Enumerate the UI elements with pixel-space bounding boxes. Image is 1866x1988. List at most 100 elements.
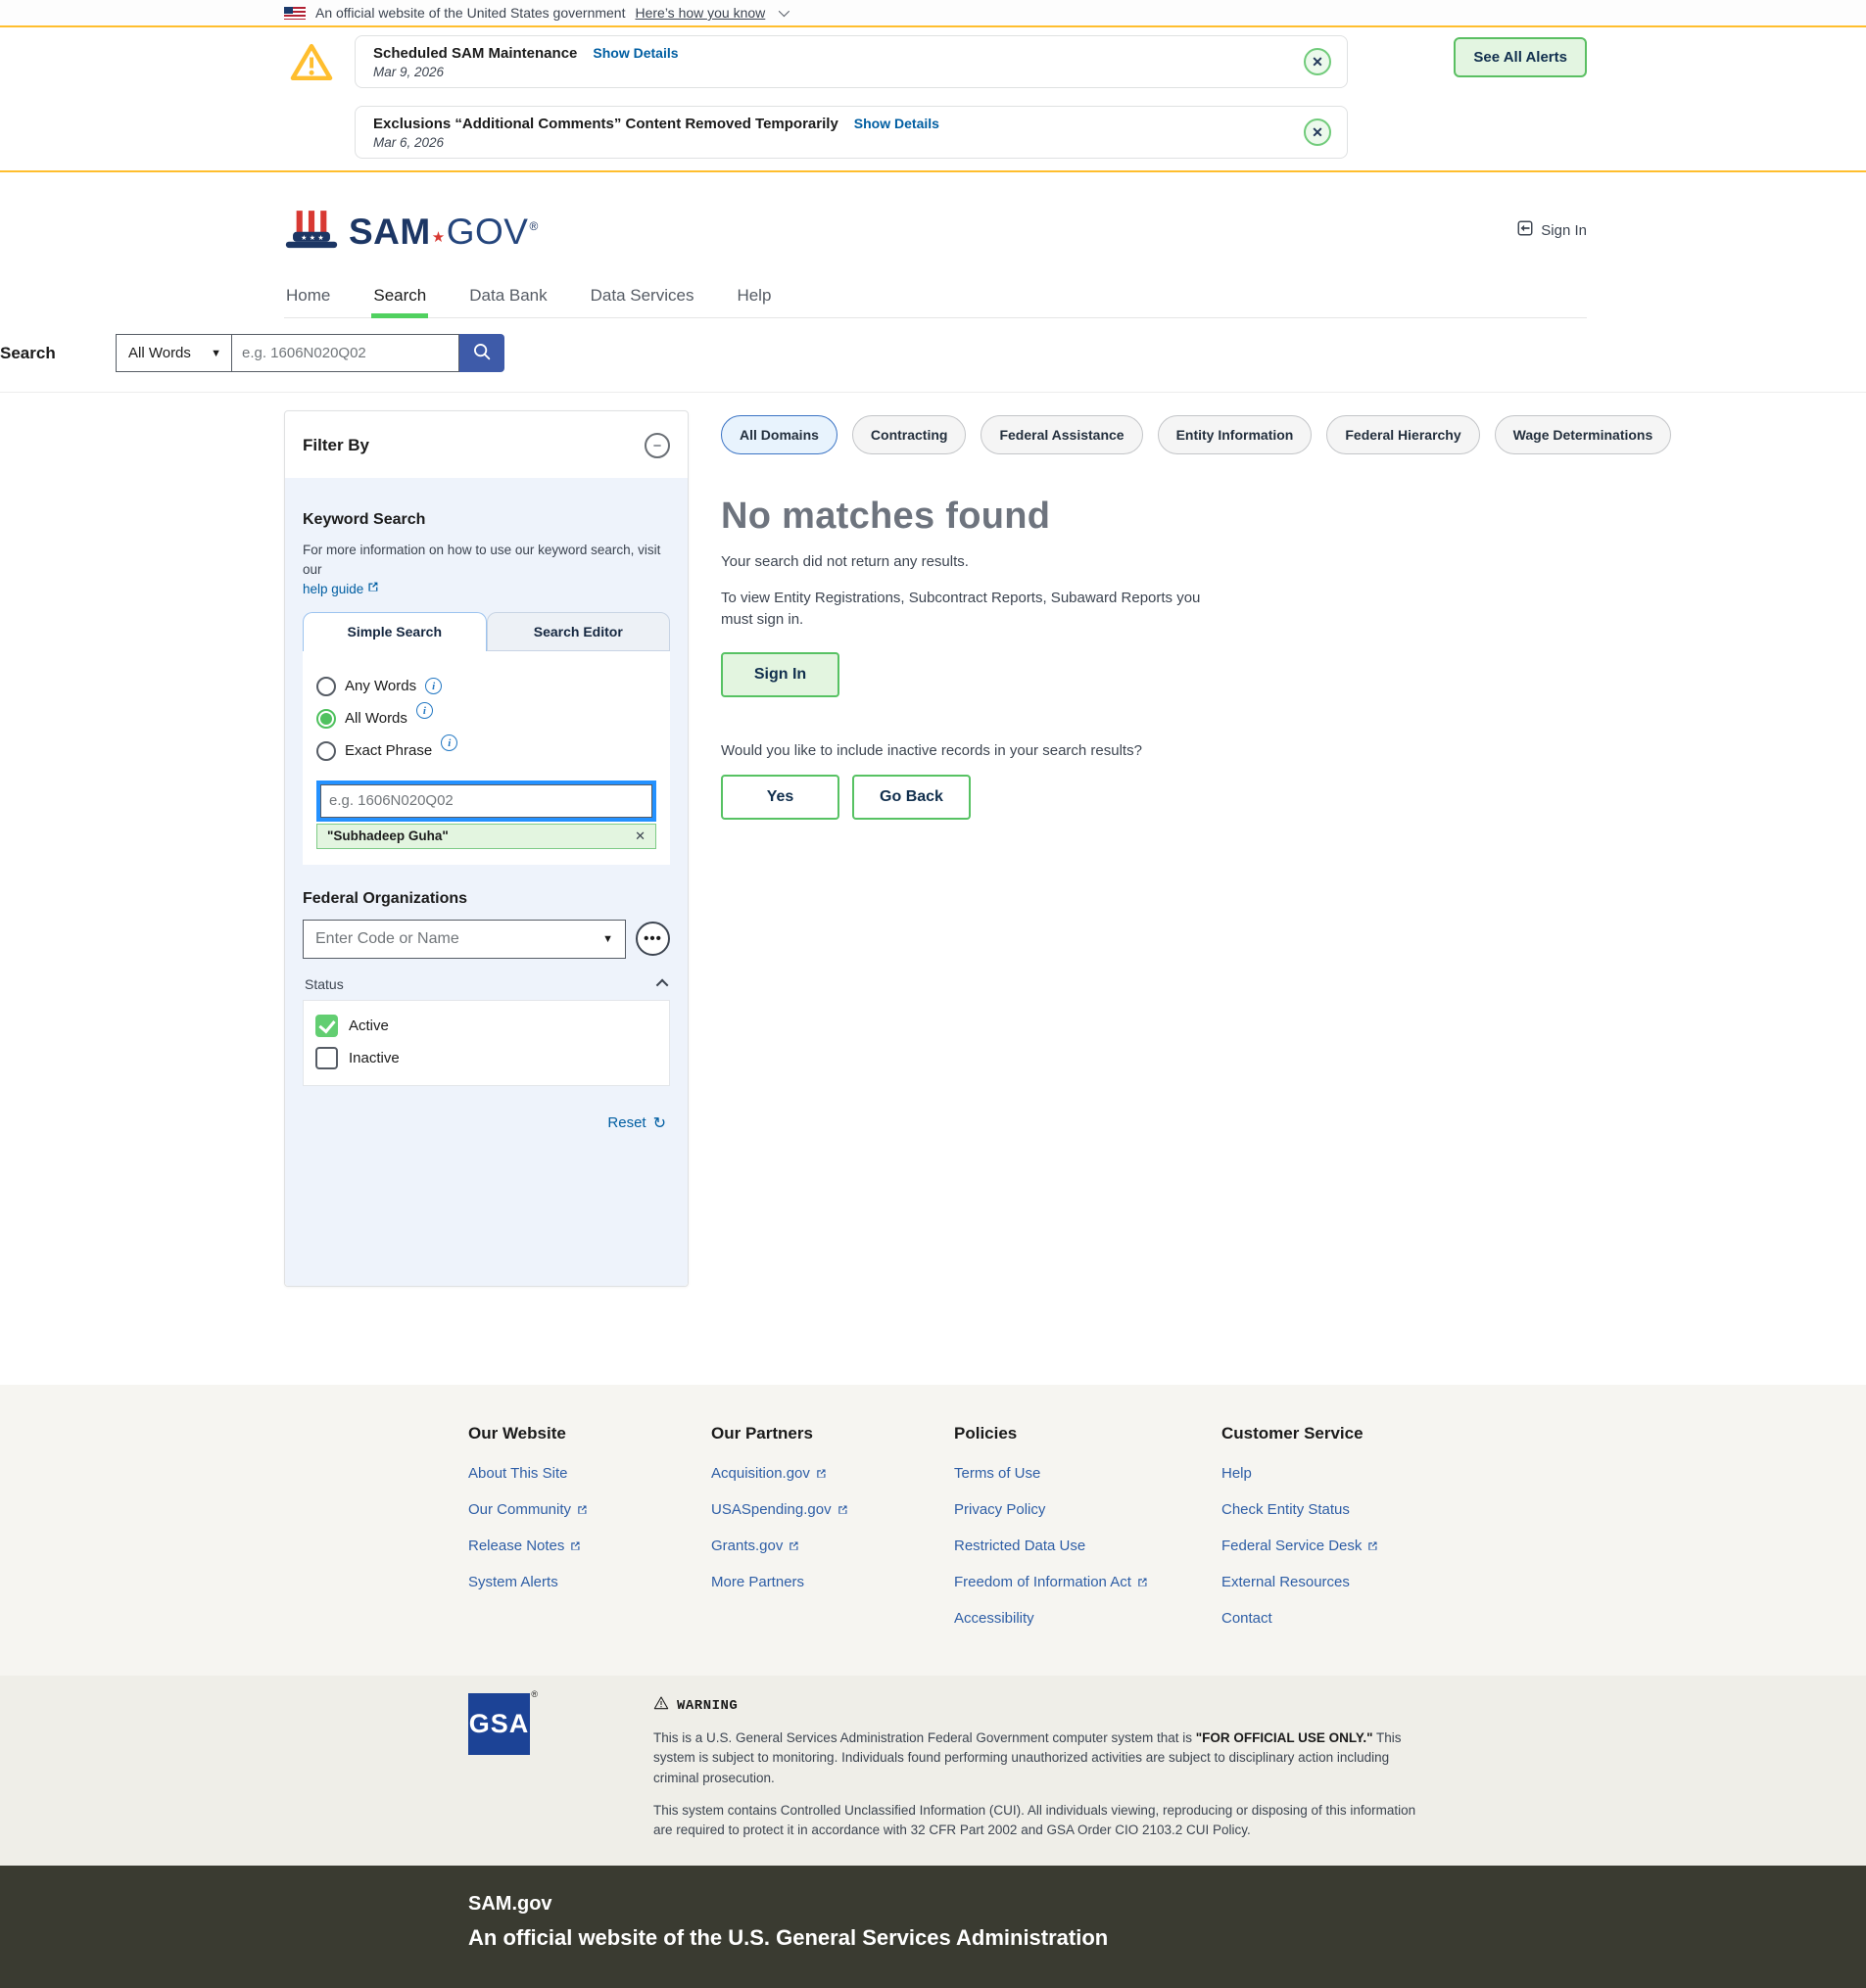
search-bar: Search All Words ▼ [0,318,1866,393]
radio-exact-phrase[interactable] [316,741,336,761]
show-details-link[interactable]: Show Details [593,45,678,61]
info-icon[interactable]: i [441,734,457,751]
chip-remove-icon[interactable]: ✕ [635,828,646,844]
pill-federal-hierarchy[interactable]: Federal Hierarchy [1326,415,1479,454]
logo-star-icon: ★ [432,228,446,246]
keyword-input-focus-ring [316,781,656,822]
keyword-search-heading: Keyword Search [303,511,670,529]
footer-column-policies: Policies Terms of Use Privacy Policy Res… [954,1424,1165,1646]
nav-item-data-services[interactable]: Data Services [589,276,696,317]
help-guide-link[interactable]: help guide [303,581,379,596]
nav-item-search[interactable]: Search [371,276,428,317]
tab-simple-search[interactable]: Simple Search [303,612,487,651]
sign-in-button[interactable]: Sign In [721,652,839,697]
no-matches-heading: No matches found [721,496,1671,538]
checkbox-active[interactable] [315,1015,338,1037]
footer-link[interactable]: External Resources [1221,1574,1432,1590]
keyword-input[interactable] [320,784,652,818]
alert-item: Exclusions “Additional Comments” Content… [355,106,1348,159]
status-label: Status [305,976,344,992]
sign-in-icon [1516,219,1534,241]
footer-column-our-website: Our Website About This Site Our Communit… [468,1424,654,1646]
pill-contracting[interactable]: Contracting [852,415,967,454]
svg-text:★: ★ [317,232,323,241]
warning-band: GSA ® WARNING This is a U.S. General Ser… [0,1676,1866,1866]
external-link-icon [366,581,379,596]
search-input[interactable] [231,334,459,372]
footer-link[interactable]: Federal Service Desk [1221,1538,1432,1554]
info-icon[interactable]: i [425,678,442,694]
alert-close-button[interactable]: ✕ [1304,118,1331,146]
federal-orgs-heading: Federal Organizations [303,890,670,908]
chip-label: "Subhadeep Guha" [327,828,449,843]
federal-orgs-select[interactable]: Enter Code or Name ▼ [303,920,626,959]
footer-link[interactable]: Grants.gov [711,1538,897,1554]
nav-item-home[interactable]: Home [284,276,332,317]
footer-link[interactable]: Release Notes [468,1538,654,1554]
footer-link[interactable]: Check Entity Status [1221,1501,1432,1518]
footer-link[interactable]: Freedom of Information Act [954,1574,1165,1590]
gov-banner: An official website of the United States… [0,0,1866,27]
how-you-know-link[interactable]: Here’s how you know [635,5,765,21]
caret-down-icon: ▼ [211,348,221,359]
chevron-down-icon [779,6,789,17]
logo-text: SAM★GOV® [349,212,539,253]
no-results-message: Your search did not return any results. [721,553,1671,570]
info-icon[interactable]: i [416,702,433,719]
site-header: ★ ★ ★ SAM★GOV® Sign In Home Search Data … [0,172,1866,318]
filter-panel: Filter By − Keyword Search For more info… [284,410,689,1287]
keyword-chip: "Subhadeep Guha" ✕ [316,824,656,849]
footer-link[interactable]: Terms of Use [954,1465,1165,1482]
footer-link[interactable]: Contact [1221,1610,1432,1627]
radio-all-words[interactable] [316,709,336,729]
footer-link[interactable]: About This Site [468,1465,654,1482]
show-details-link[interactable]: Show Details [854,116,939,131]
checkbox-inactive[interactable] [315,1047,338,1069]
keyword-search-info: For more information on how to use our k… [303,541,670,579]
alert-date: Mar 9, 2026 [373,65,1288,79]
see-all-alerts-button[interactable]: See All Alerts [1454,37,1587,77]
footer-site-title: SAM.gov [468,1893,1866,1916]
footer-link[interactable]: System Alerts [468,1574,654,1590]
search-mode-select[interactable]: All Words ▼ [116,334,231,372]
footer-link[interactable]: USASpending.gov [711,1501,897,1518]
sign-in-link[interactable]: Sign In [1516,219,1587,241]
search-submit-button[interactable] [459,334,504,372]
yes-button[interactable]: Yes [721,775,839,820]
external-link-icon [837,1504,848,1516]
sam-logo[interactable]: ★ ★ ★ SAM★GOV® [284,196,1587,268]
nav-item-data-bank[interactable]: Data Bank [467,276,549,317]
pill-all-domains[interactable]: All Domains [721,415,837,454]
external-link-icon [815,1468,827,1480]
chevron-up-icon[interactable] [656,979,669,992]
alert-close-button[interactable]: ✕ [1304,48,1331,75]
reset-icon[interactable]: ↻ [653,1113,666,1133]
alert-title: Scheduled SAM Maintenance [373,45,577,62]
nav-item-help[interactable]: Help [735,276,773,317]
keyword-tabs: Simple Search Search Editor [303,612,670,651]
footer-link[interactable]: Restricted Data Use [954,1538,1165,1554]
pill-federal-assistance[interactable]: Federal Assistance [981,415,1142,454]
footer-link[interactable]: Accessibility [954,1610,1165,1627]
radio-label: Exact Phrase [345,742,432,759]
pill-wage-determinations[interactable]: Wage Determinations [1495,415,1672,454]
footer-link[interactable]: Privacy Policy [954,1501,1165,1518]
pill-entity-information[interactable]: Entity Information [1158,415,1313,454]
footer-link[interactable]: Our Community [468,1501,654,1518]
more-options-button[interactable]: ••• [636,922,670,956]
tab-search-editor[interactable]: Search Editor [487,612,671,651]
footer-link[interactable]: Help [1221,1465,1432,1482]
radio-any-words[interactable] [316,677,336,696]
footer-link[interactable]: More Partners [711,1574,897,1590]
footer-link[interactable]: Acquisition.gov [711,1465,897,1482]
filter-by-title: Filter By [303,436,369,455]
go-back-button[interactable]: Go Back [852,775,971,820]
search-label: Search [0,344,116,363]
collapse-filter-button[interactable]: − [645,433,670,458]
reset-link[interactable]: Reset [607,1114,646,1131]
external-link-icon [788,1540,799,1552]
keyword-box: Any Words i All Words i Exact Phrase i [303,651,670,865]
svg-text:★: ★ [310,232,315,241]
alert-date: Mar 6, 2026 [373,135,1288,150]
uncle-sam-hat-icon: ★ ★ ★ [284,210,339,256]
